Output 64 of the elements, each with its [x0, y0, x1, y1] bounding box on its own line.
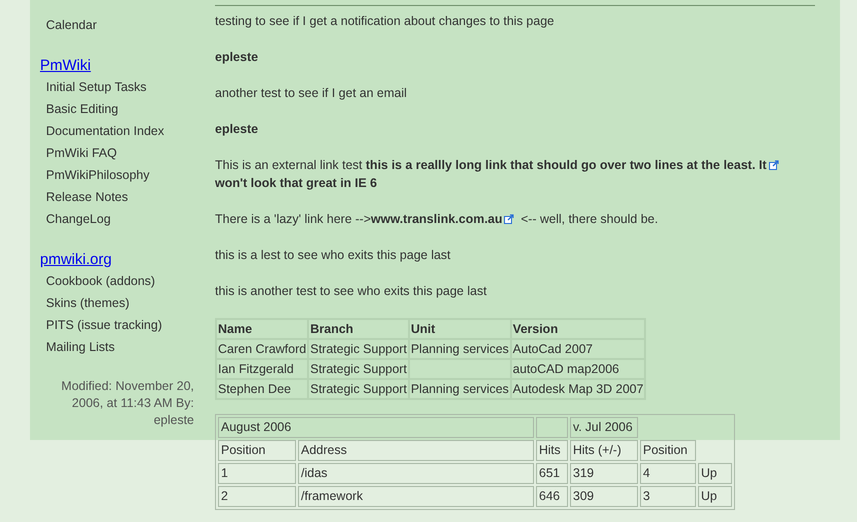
sidebar-link[interactable]: Release Notes	[46, 186, 195, 208]
paragraph-text: <-- well, there should be.	[520, 212, 658, 226]
table-cell: /framework	[298, 486, 534, 507]
sidebar-link[interactable]: PmWikiPhilosophy	[46, 164, 195, 186]
group-header: v. Jul 2006	[570, 417, 638, 438]
column-header: Unit	[408, 319, 511, 339]
table-cell: Planning services	[408, 339, 511, 359]
sidebar-link[interactable]: Cookbook (addons)	[46, 270, 195, 292]
column-header: Position	[218, 440, 296, 461]
table-cell: Strategic Support	[308, 359, 409, 379]
column-header: Version	[510, 319, 646, 339]
column-header: Position	[640, 440, 696, 461]
paragraph-text: This is an external link test	[215, 158, 364, 172]
table-cell: Planning services	[408, 379, 511, 399]
sidebar-link[interactable]: Basic Editing	[46, 98, 195, 120]
group-header: August 2006	[218, 417, 534, 438]
table-cell: Up	[698, 486, 732, 507]
table-cell: 309	[570, 486, 638, 507]
modified-note: Modified: November 20, 2006, at 11:43 AM By: epleste	[60, 378, 195, 429]
table-cell: Caren Crawford	[216, 339, 308, 359]
table-cell: autoCAD map2006	[510, 359, 646, 379]
paragraph: testing to see if I get a notification about changes to this page	[215, 13, 556, 30]
paragraph: another test to see if I get an email	[215, 85, 408, 102]
table-cell: 1	[218, 463, 296, 484]
external-link-icon	[768, 160, 779, 170]
author-name: epleste	[215, 121, 260, 138]
paragraph: this is a lest to see who exits this page last	[215, 247, 452, 264]
column-header: Name	[216, 319, 308, 339]
external-link[interactable]: won't look that great in IE 6	[215, 176, 378, 190]
column-header: Hits	[536, 440, 568, 461]
external-link-icon	[504, 214, 514, 224]
paragraph-text: There is a 'lazy' link here -->	[215, 212, 371, 226]
table-cell: 319	[570, 463, 638, 484]
sidebar-link[interactable]: PITS (issue tracking)	[46, 314, 195, 336]
sidebar-link[interactable]: Mailing Lists	[46, 336, 195, 358]
table-cell: 651	[536, 463, 568, 484]
sidebar-link[interactable]: Skins (themes)	[46, 292, 195, 314]
author-name: epleste	[215, 49, 260, 66]
external-link[interactable]: this is a reallly long link that should go over two lines at the least. It	[366, 158, 767, 172]
table-cell: Stephen Dee	[216, 379, 308, 399]
table-cell: Up	[698, 463, 732, 484]
table-cell: 4	[640, 463, 696, 484]
paragraph: this is another test to see who exits this page last	[215, 283, 488, 300]
table-cell: 2	[218, 486, 296, 507]
column-header: Branch	[308, 319, 409, 339]
sidebar-link[interactable]: Documentation Index	[46, 120, 195, 142]
table-cell: 646	[536, 486, 568, 507]
table-cell: Strategic Support	[308, 379, 409, 399]
sidebar-link[interactable]: Calendar	[46, 14, 195, 36]
sidebar-link[interactable]: Initial Setup Tasks	[46, 76, 195, 98]
table-cell: Ian Fitzgerald	[216, 359, 308, 379]
sidebar-heading-link[interactable]: pmwiki.org	[40, 250, 112, 270]
sidebar-heading-link[interactable]: PmWiki	[40, 56, 91, 76]
table-cell: Strategic Support	[308, 339, 409, 359]
sidebar-link[interactable]: PmWiki FAQ	[46, 142, 195, 164]
external-link[interactable]: www.translink.com.au	[370, 212, 502, 226]
table-cell: 3	[640, 486, 696, 507]
column-header: Address	[298, 440, 534, 461]
table-cell: Autodesk Map 3D 2007	[510, 379, 646, 399]
column-header: Hits (+/-)	[570, 440, 638, 461]
table-cell: /idas	[298, 463, 534, 484]
sidebar-link[interactable]: ChangeLog	[46, 208, 195, 230]
table-cell: AutoCad 2007	[510, 339, 646, 359]
table-cell	[536, 417, 568, 438]
